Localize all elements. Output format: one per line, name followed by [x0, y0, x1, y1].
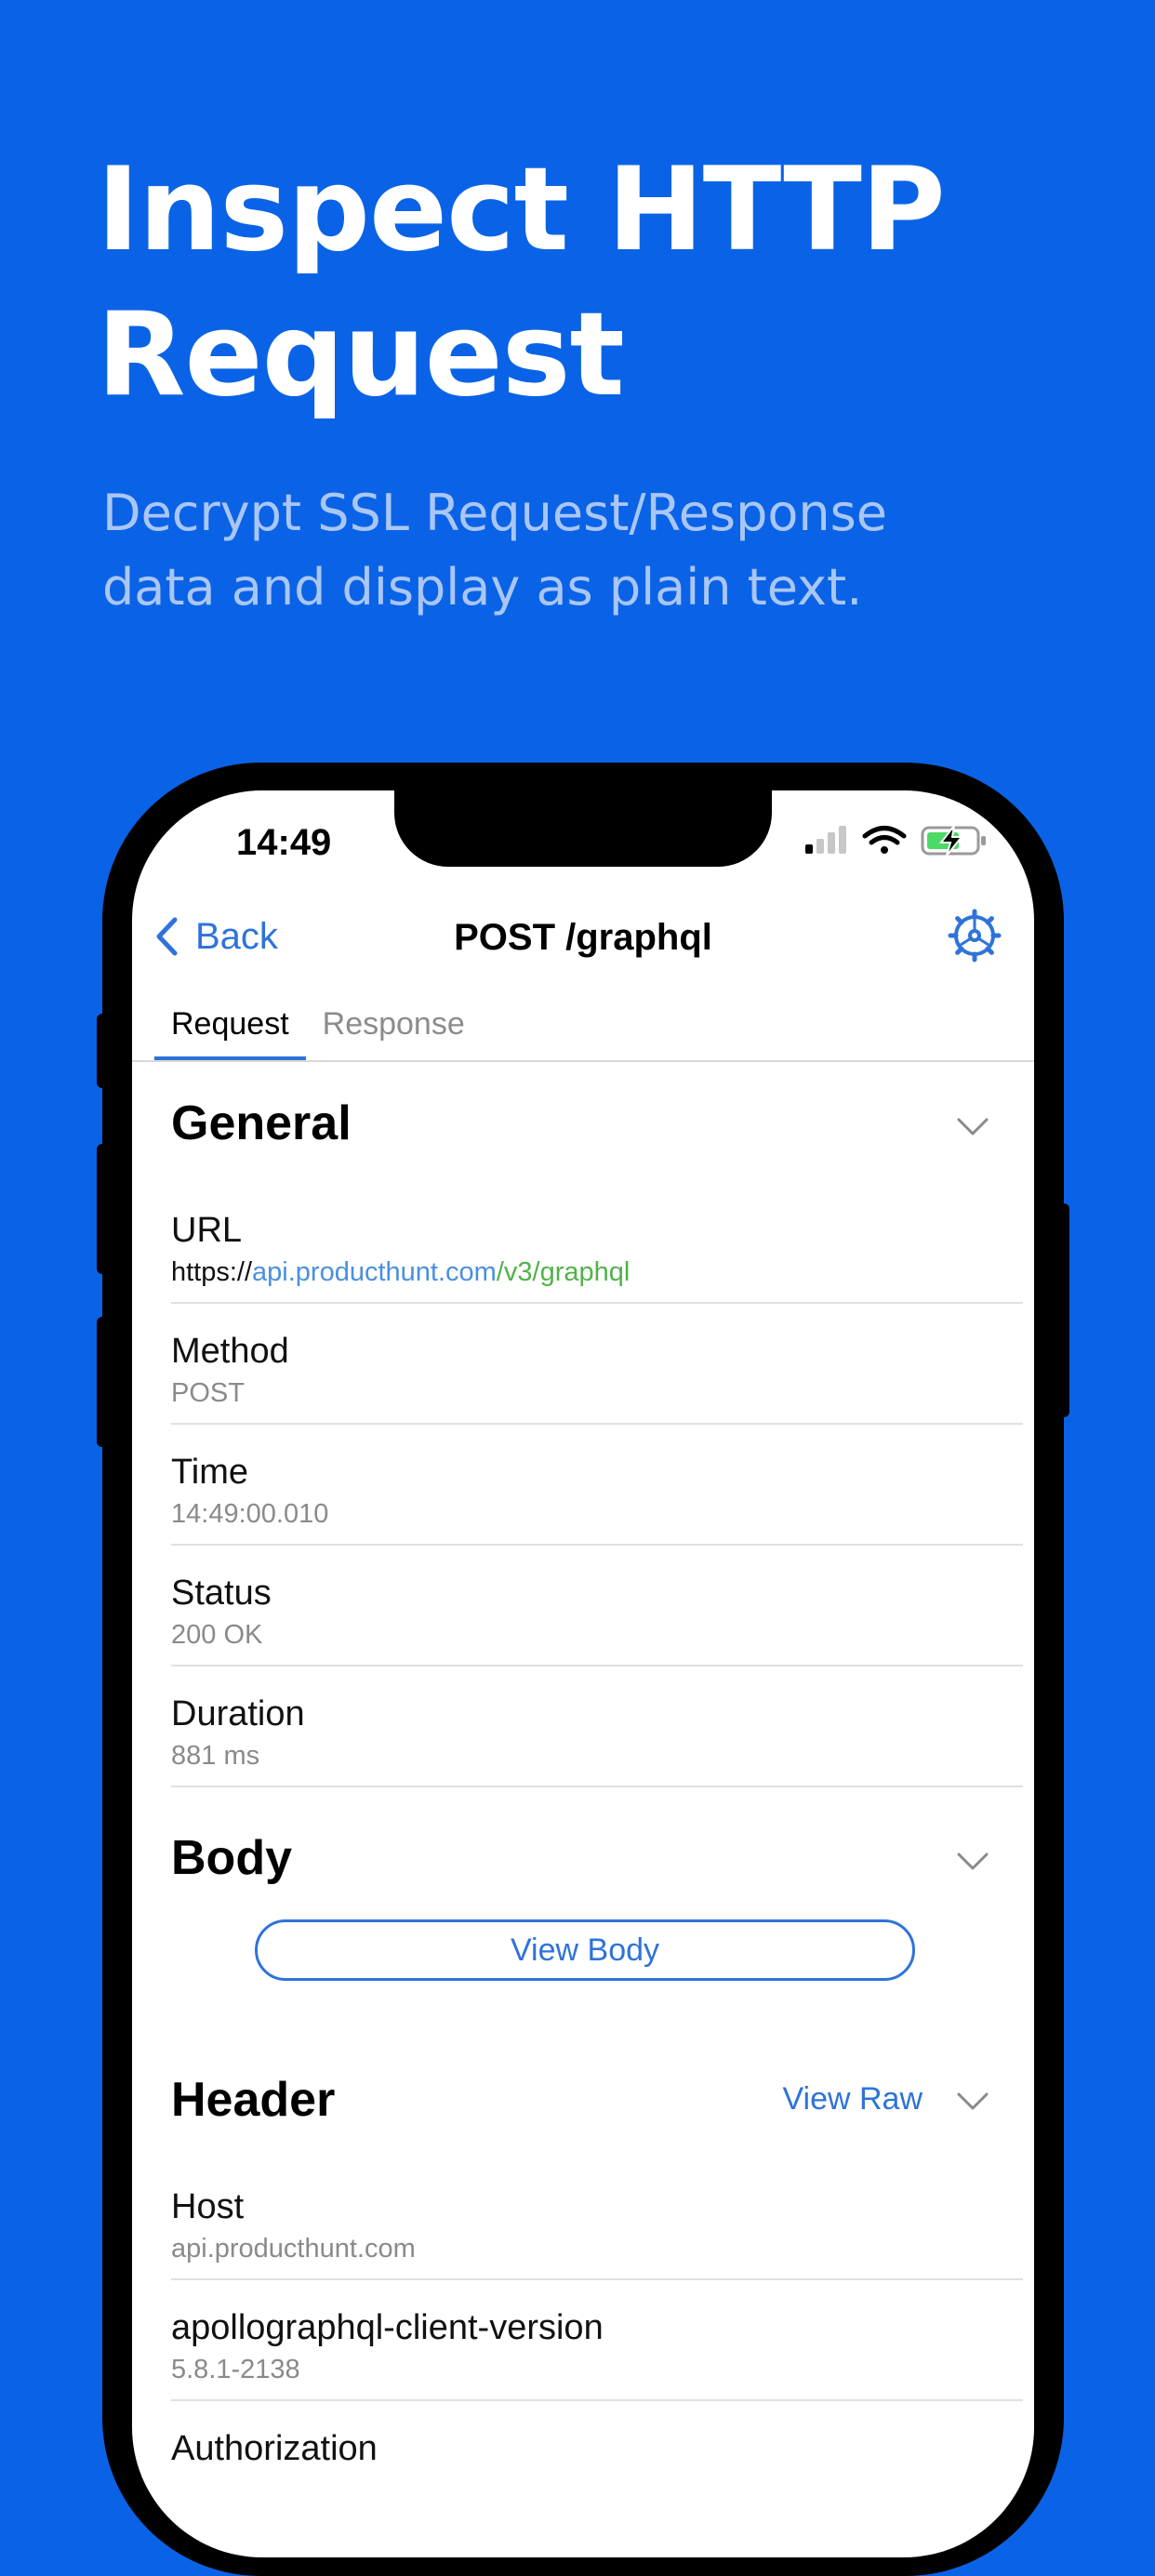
chevron-down-icon: [957, 1118, 989, 1135]
battery-charging-icon: [921, 825, 986, 856]
promo-headline: Inspect HTTP Request: [97, 138, 1082, 428]
list-item: Authorization: [171, 2401, 1023, 2520]
subhead-line-1: Decrypt SSL Request/Response: [102, 484, 887, 542]
list-item: apollographql-client-version 5.8.1-2138: [171, 2280, 1023, 2401]
headline-line-2: Request: [97, 288, 625, 422]
headline-line-1: Inspect HTTP: [97, 143, 946, 277]
row-label: Duration: [171, 1694, 305, 1733]
section-title: General: [171, 1096, 352, 1150]
row-label: Authorization: [171, 2429, 378, 2468]
list-item: Time 14:49:00.010: [171, 1425, 1023, 1546]
row-value: 881 ms: [171, 1741, 260, 1771]
url-path: /v3/graphql: [496, 1257, 631, 1287]
phone-notch: [394, 790, 772, 867]
chevron-down-icon: [957, 1852, 989, 1870]
body-section-header[interactable]: Body: [171, 1787, 1023, 1919]
list-item: Method POST: [171, 1304, 1023, 1425]
chevron-down-icon: [957, 2092, 989, 2110]
list-item: URL https://api.producthunt.com/v3/graph…: [171, 1183, 1023, 1304]
request-detail: General URL https://api.producthunt.com/…: [171, 1062, 1023, 2520]
tab-request[interactable]: Request: [154, 1001, 306, 1062]
row-label: apollographql-client-version: [171, 2308, 604, 2347]
list-item: Status 200 OK: [171, 1546, 1023, 1666]
url-scheme: https://: [171, 1257, 253, 1287]
row-value: api.producthunt.com: [171, 2234, 416, 2264]
status-icons: [805, 822, 991, 859]
promo-subhead: Decrypt SSL Request/Response data and di…: [102, 476, 1088, 625]
page-title: POST /graphql: [454, 917, 712, 958]
row-value: 14:49:00.010: [171, 1499, 329, 1529]
list-item: Host api.producthunt.com: [171, 2159, 1023, 2280]
gear-icon: [948, 909, 1002, 963]
view-raw-link[interactable]: View Raw: [782, 2081, 923, 2118]
row-label: Method: [171, 1332, 289, 1371]
general-section-header[interactable]: General: [171, 1062, 1023, 1183]
tab-response[interactable]: Response: [306, 1001, 482, 1062]
row-label: Host: [171, 2187, 245, 2226]
url-host: api.producthunt.com: [252, 1257, 497, 1287]
signal-icon: [805, 826, 846, 854]
row-value: POST: [171, 1378, 245, 1408]
view-body-container: View Body: [171, 1919, 1023, 2050]
header-section-header[interactable]: Header View Raw: [171, 2050, 1023, 2159]
subhead-line-2: data and display as plain text.: [102, 558, 863, 617]
settings-button[interactable]: [947, 908, 1002, 963]
row-label: Status: [171, 1573, 272, 1613]
section-title: Body: [171, 1831, 292, 1885]
url-value[interactable]: https://api.producthunt.com/v3/graphql: [171, 1257, 630, 1288]
wifi-icon: [862, 826, 907, 854]
view-body-button[interactable]: View Body: [255, 1919, 915, 1981]
row-value: 5.8.1-2138: [171, 2355, 300, 2384]
list-item: Duration 881 ms: [171, 1666, 1023, 1787]
row-label: URL: [171, 1211, 243, 1250]
row-label: Time: [171, 1453, 249, 1492]
section-title: Header: [171, 2073, 336, 2127]
phone-screen: 14:49 Back POST /graphql Request Respons…: [132, 790, 1034, 2557]
row-value: 200 OK: [171, 1620, 263, 1650]
tab-bar: Request Response: [154, 1001, 482, 1062]
status-time: 14:49: [236, 822, 332, 863]
